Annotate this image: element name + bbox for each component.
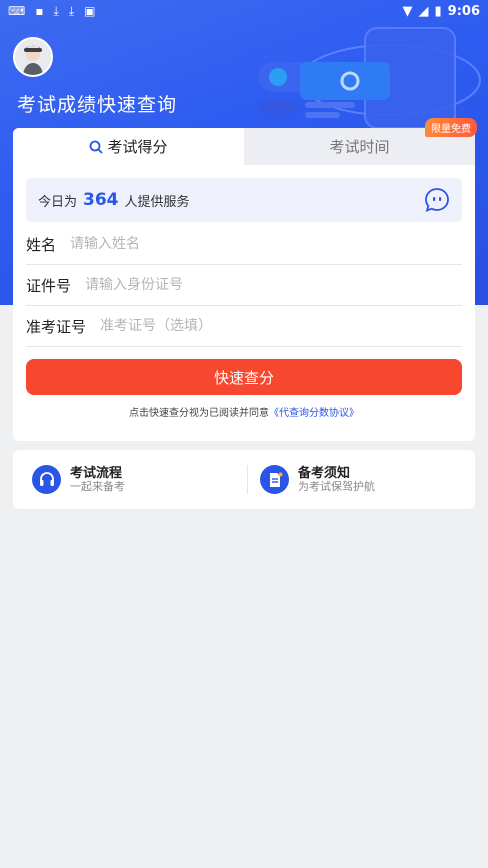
download-icon: ⤓ xyxy=(68,3,75,18)
search-icon xyxy=(90,140,104,154)
service-suffix: 人提供服务 xyxy=(124,194,190,210)
entry-title: 考试流程 xyxy=(70,465,123,481)
app-notification-icon: ▪ xyxy=(35,4,44,18)
ticket-field-row: 准考证号 xyxy=(26,306,462,347)
page-title: 考试成绩快速查询 xyxy=(17,94,178,116)
exam-notes-entry[interactable]: 备考须知 为考试保驾护航 xyxy=(247,465,475,494)
entry-subtitle: 为考试保驾护航 xyxy=(298,479,375,493)
tab-bar: 考试得分 考试时间 xyxy=(13,128,475,165)
user-avatar-icon xyxy=(15,39,51,75)
chat-icon[interactable] xyxy=(424,187,450,213)
exam-process-entry[interactable]: 考试流程 一起来备考 xyxy=(13,465,247,494)
query-card: 考试得分 考试时间 限量免费 今日为 364 人提供服务 姓名 证件号 准考证号… xyxy=(13,118,477,441)
service-count: 364 xyxy=(83,190,119,210)
ticket-number-input[interactable] xyxy=(100,318,462,334)
download-icon: ⤓ xyxy=(53,3,59,18)
document-icon xyxy=(260,465,289,494)
entry-title: 备考须知 xyxy=(298,465,351,481)
agreement-prefix: 点击快速查分视为已阅读并同意 xyxy=(129,408,269,419)
quick-query-button[interactable]: 快速查分 xyxy=(26,359,462,395)
keyboard-icon: ⌨ xyxy=(8,4,26,18)
status-bar: ⌨ ▪ ⤓ ⤓ ▣ ▼ ◢ ▮ 9:06 xyxy=(0,0,488,22)
agreement-text: 点击快速查分视为已阅读并同意《代查询分数协议》 xyxy=(13,404,475,419)
free-badge: 限量免费 xyxy=(425,118,477,137)
name-label: 姓名 xyxy=(26,235,57,254)
avatar[interactable] xyxy=(13,37,53,77)
service-prefix: 今日为 xyxy=(38,194,78,210)
signal-icon: ◢ xyxy=(418,3,429,19)
entry-subtitle: 一起来备考 xyxy=(70,479,125,493)
service-banner: 今日为 364 人提供服务 xyxy=(26,178,462,222)
battery-icon: ▮ xyxy=(434,3,442,19)
id-field-row: 证件号 xyxy=(26,265,462,306)
id-number-input[interactable] xyxy=(85,277,462,293)
name-input[interactable] xyxy=(70,236,462,252)
agreement-link[interactable]: 《代查询分数协议》 xyxy=(269,408,359,419)
status-time: 9:06 xyxy=(447,3,480,19)
wifi-icon: ▼ xyxy=(402,3,413,19)
tab-label: 考试时间 xyxy=(329,138,390,156)
name-field-row: 姓名 xyxy=(26,224,462,265)
headset-icon xyxy=(32,465,61,494)
info-card: 考试流程 一起来备考 备考须知 为考试保驾护航 xyxy=(13,450,475,509)
tab-exam-score[interactable]: 考试得分 xyxy=(13,128,244,165)
ticket-label: 准考证号 xyxy=(26,317,87,336)
phone-illustration xyxy=(258,27,481,129)
id-label: 证件号 xyxy=(26,276,72,295)
image-icon: ▣ xyxy=(84,4,96,18)
tab-label: 考试得分 xyxy=(107,138,168,156)
